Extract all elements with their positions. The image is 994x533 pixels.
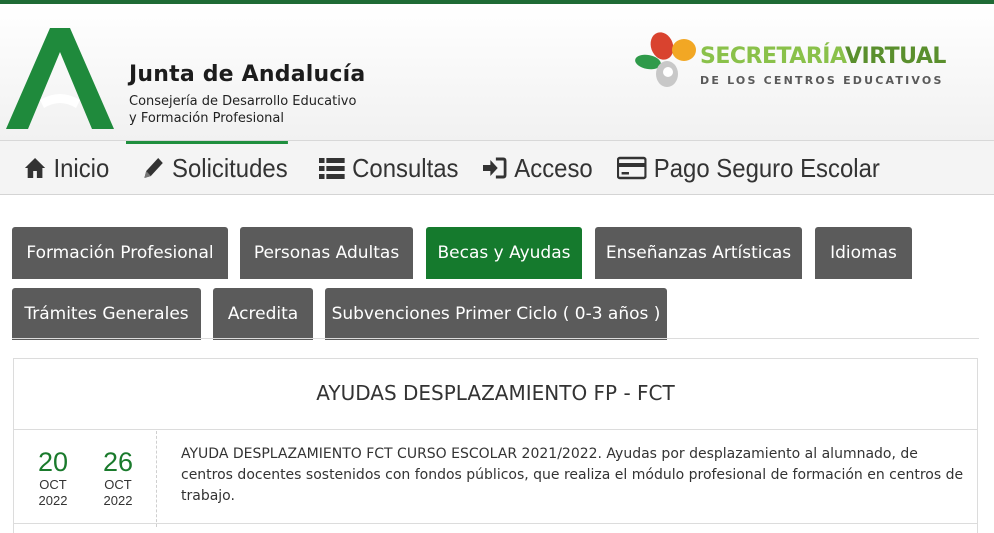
org-subtitle: Consejería de Desarrollo Educativo y For… bbox=[129, 93, 389, 127]
section-title: AYUDAS DESPLAZAMIENTO FP - FCT bbox=[316, 381, 675, 405]
nav-item-inicio[interactable]: Inicio bbox=[24, 141, 109, 195]
row-divider bbox=[14, 523, 977, 524]
sv-title-part1: SECRETARÍA bbox=[700, 44, 845, 69]
pencil-icon bbox=[144, 158, 163, 178]
sv-title: SECRETARÍAVIRTUAL bbox=[700, 44, 946, 69]
start-year: 2022 bbox=[38, 493, 68, 508]
site-header: Junta de Andalucía Consejería de Desarro… bbox=[0, 4, 994, 141]
start-day: 20 bbox=[37, 447, 69, 477]
nav-item-label: Acceso bbox=[514, 152, 593, 183]
nav-item-label: Consultas bbox=[352, 152, 459, 183]
tab-personas-adultas[interactable]: Personas Adultas bbox=[240, 227, 413, 279]
tab-acredita[interactable]: Acredita bbox=[213, 288, 313, 340]
org-subtitle-line1: Consejería de Desarrollo Educativo bbox=[129, 94, 357, 109]
credit-card-icon bbox=[617, 156, 647, 180]
content-panel: AYUDAS DESPLAZAMIENTO FP - FCT 20 OCT 20… bbox=[13, 358, 978, 533]
main-navbar: Inicio Solicitudes Consultas Acceso Pago… bbox=[0, 141, 994, 195]
start-date: 20 OCT 2022 bbox=[31, 447, 75, 508]
org-subtitle-line2: y Formación Profesional bbox=[129, 111, 284, 126]
list-icon bbox=[319, 158, 345, 179]
tab-formacion-profesional[interactable]: Formación Profesional bbox=[12, 227, 228, 279]
tab-ensenanzas-artisticas[interactable]: Enseñanzas Artísticas bbox=[595, 227, 802, 279]
tab-subvenciones-primer-ciclo[interactable]: Subvenciones Primer Ciclo ( 0-3 años ) bbox=[325, 288, 667, 340]
end-year: 2022 bbox=[103, 493, 133, 508]
end-month: OCT bbox=[104, 477, 132, 492]
tab-tramites-generales[interactable]: Trámites Generales bbox=[12, 288, 201, 340]
sv-title-part2: VIRTUAL bbox=[844, 44, 946, 69]
end-day: 26 bbox=[102, 447, 134, 477]
sign-in-icon bbox=[483, 157, 507, 179]
tab-idiomas[interactable]: Idiomas bbox=[815, 227, 912, 279]
nav-item-acceso[interactable]: Acceso bbox=[483, 141, 593, 195]
start-month: OCT bbox=[39, 477, 67, 492]
tab-becas-y-ayudas[interactable]: Becas y Ayudas bbox=[426, 227, 582, 279]
end-date: 26 OCT 2022 bbox=[96, 447, 140, 508]
secretaria-virtual-logo-icon[interactable] bbox=[634, 28, 700, 96]
org-title: Junta de Andalucía bbox=[129, 62, 366, 87]
junta-andalucia-logo-icon[interactable] bbox=[6, 28, 114, 130]
panel-header: AYUDAS DESPLAZAMIENTO FP - FCT bbox=[14, 359, 977, 430]
item-description[interactable]: AYUDA DESPLAZAMIENTO FCT CURSO ESCOLAR 2… bbox=[181, 444, 971, 507]
home-icon bbox=[24, 158, 46, 178]
nav-item-label: Pago Seguro Escolar bbox=[653, 152, 880, 183]
nav-item-consultas[interactable]: Consultas bbox=[319, 141, 458, 195]
tabs-underline bbox=[12, 338, 979, 339]
nav-item-label: Inicio bbox=[53, 152, 110, 183]
nav-item-solicitudes[interactable]: Solicitudes bbox=[126, 141, 288, 192]
nav-item-label: Solicitudes bbox=[172, 152, 288, 183]
nav-item-pago-seguro-escolar[interactable]: Pago Seguro Escolar bbox=[617, 141, 880, 195]
date-range: 20 OCT 2022 26 OCT 2022 bbox=[14, 431, 157, 527]
sv-subtitle: DE LOS CENTROS EDUCATIVOS bbox=[700, 74, 944, 87]
